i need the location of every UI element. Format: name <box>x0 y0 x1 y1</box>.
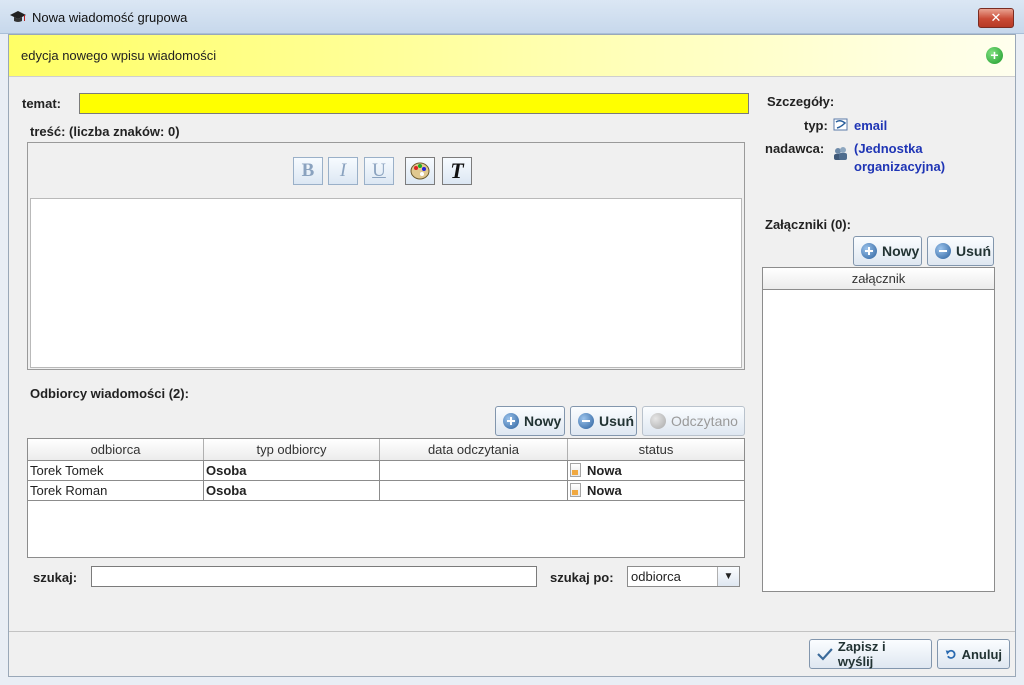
table-header: odbiorca typ odbiorcy data odczytania st… <box>28 439 744 461</box>
status-cell: Nowa <box>568 481 744 500</box>
chevron-down-icon[interactable]: ▼ <box>717 567 739 586</box>
checkmark-icon <box>817 648 833 661</box>
document-icon <box>570 463 581 477</box>
read-date-cell <box>380 461 568 480</box>
type-value: email <box>854 118 888 133</box>
search-by-select[interactable]: odbiorca ▼ <box>627 566 740 587</box>
window-title: Nowa wiadomość grupowa <box>32 10 188 25</box>
column-header[interactable]: data odczytania <box>380 439 568 460</box>
footer-divider <box>9 631 1015 632</box>
column-header[interactable]: załącznik <box>763 268 994 290</box>
message-editor: B I U T <box>27 142 745 370</box>
recipient-type-cell: Osoba <box>204 461 380 480</box>
header-band: edycja nowego wpisu wiadomości + <box>9 35 1015 77</box>
remove-attachment-button[interactable]: Usuń <box>927 236 994 266</box>
search-input[interactable] <box>91 566 537 587</box>
plus-icon <box>861 243 877 259</box>
table-row[interactable]: Torek Roman Osoba Nowa <box>28 481 744 501</box>
bold-button[interactable]: B <box>293 157 323 185</box>
underline-button[interactable]: U <box>364 157 394 185</box>
details-title: Szczegóły: <box>767 94 835 109</box>
palette-icon <box>410 162 430 180</box>
search-by-label: szukaj po: <box>550 570 614 585</box>
expand-plus-icon[interactable]: + <box>986 47 1003 64</box>
subject-label: temat: <box>22 96 62 111</box>
minus-icon <box>578 413 594 429</box>
undo-icon <box>945 649 956 659</box>
attachments-table: załącznik <box>762 267 995 592</box>
document-icon <box>570 483 581 497</box>
font-style-button[interactable]: T <box>442 157 472 185</box>
add-recipient-button[interactable]: Nowy <box>495 406 565 436</box>
italic-button[interactable]: I <box>328 157 358 185</box>
type-label: typ: <box>804 118 828 133</box>
status-cell: Nowa <box>568 461 744 480</box>
email-icon <box>833 118 848 131</box>
minus-icon <box>935 243 951 259</box>
close-button[interactable]: ✕ <box>978 8 1014 28</box>
graduation-cap-icon <box>10 11 26 22</box>
search-label: szukaj: <box>33 570 78 585</box>
message-body-textarea[interactable] <box>30 198 742 368</box>
color-palette-button[interactable] <box>405 157 435 185</box>
dialog-body: edycja nowego wpisu wiadomości + temat: … <box>8 34 1016 677</box>
save-and-send-button[interactable]: Zapisz i wyślij <box>809 639 932 669</box>
column-header[interactable]: typ odbiorcy <box>204 439 380 460</box>
sender-value-line2: organizacyjna) <box>854 159 946 174</box>
content-label: treść: (liczba znaków: 0) <box>30 124 180 139</box>
add-attachment-button[interactable]: Nowy <box>853 236 922 266</box>
cancel-button[interactable]: Anuluj <box>937 639 1010 669</box>
subject-input[interactable] <box>79 93 749 114</box>
column-header[interactable]: odbiorca <box>28 439 204 460</box>
window-titlebar: Nowa wiadomość grupowa ✕ <box>0 0 1024 34</box>
header-title: edycja nowego wpisu wiadomości <box>21 48 217 63</box>
mark-read-button[interactable]: Odczytano <box>642 406 745 436</box>
attachments-title: Załączniki (0): <box>765 217 851 232</box>
read-status-icon <box>650 413 666 429</box>
remove-recipient-button[interactable]: Usuń <box>570 406 637 436</box>
users-icon <box>834 147 847 160</box>
sender-label: nadawca: <box>765 141 825 156</box>
recipients-table: odbiorca typ odbiorcy data odczytania st… <box>27 438 745 558</box>
read-date-cell <box>380 481 568 500</box>
sender-value-line1: (Jednostka <box>854 141 923 156</box>
recipient-type-cell: Osoba <box>204 481 380 500</box>
recipient-cell: Torek Roman <box>28 481 204 500</box>
column-header[interactable]: status <box>568 439 744 460</box>
plus-icon <box>503 413 519 429</box>
recipient-cell: Torek Tomek <box>28 461 204 480</box>
recipients-title: Odbiorcy wiadomości (2): <box>30 386 189 401</box>
table-row[interactable]: Torek Tomek Osoba Nowa <box>28 461 744 481</box>
